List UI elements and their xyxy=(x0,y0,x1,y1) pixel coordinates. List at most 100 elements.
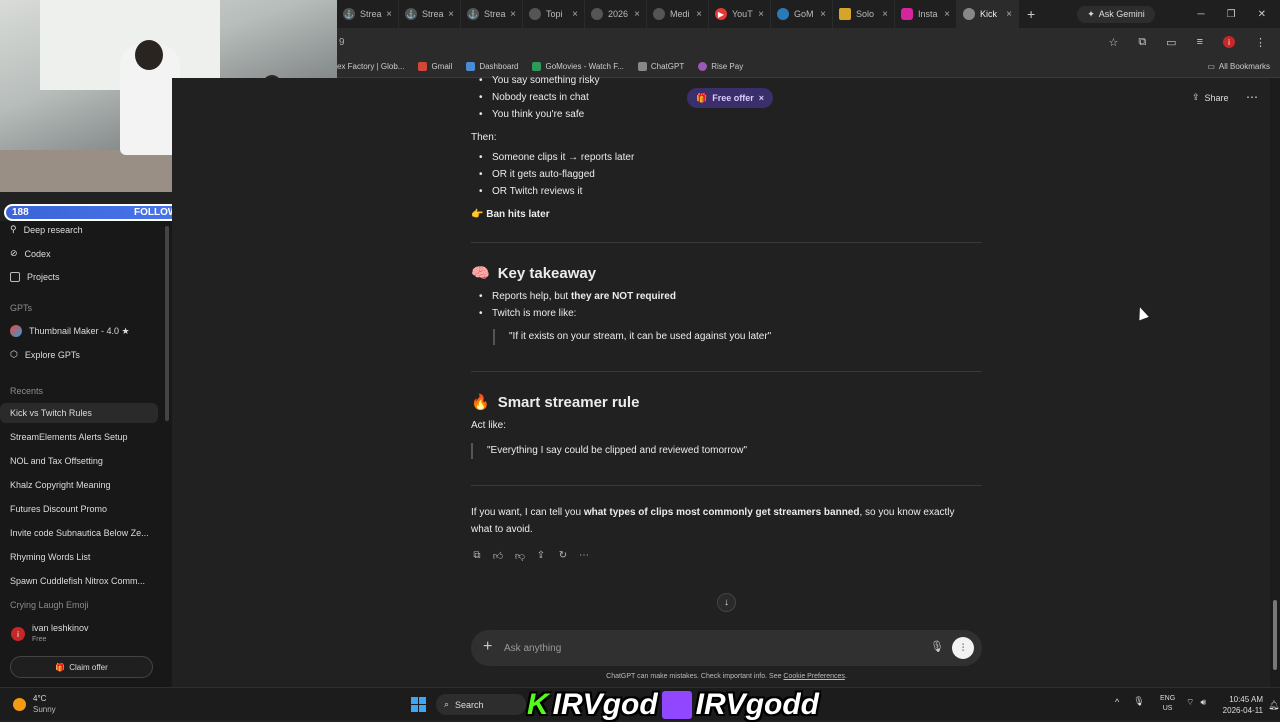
browser-tab[interactable]: ⚓ Strea × xyxy=(461,0,523,28)
browser-tab[interactable]: 2026 × xyxy=(585,0,647,28)
twitch-logo-icon xyxy=(661,690,692,719)
restore-icon[interactable]: ❐ xyxy=(1227,9,1236,20)
bookmark[interactable]: ChatGPT xyxy=(637,62,684,71)
thumbs-up-icon[interactable]: 👍︎ xyxy=(492,550,504,562)
instagram-icon xyxy=(901,8,913,20)
voice-mode-button[interactable]: ⫶ xyxy=(952,637,974,659)
sidebar-item-projects[interactable]: Projects xyxy=(10,272,60,282)
chat-scrollbar[interactable] xyxy=(1270,78,1280,687)
bookmark[interactable]: Dashboard xyxy=(466,62,518,71)
url-text[interactable]: 9 xyxy=(337,37,345,48)
sidebar-item-explore-gpts[interactable]: ⬡ Explore GPTs xyxy=(10,349,80,360)
sidebar-item-thumbnail-maker[interactable]: Thumbnail Maker - 4.0 ★ xyxy=(10,325,130,337)
recent-chat-item[interactable]: Crying Laugh Emoji xyxy=(0,595,158,615)
all-bookmarks[interactable]: ▭ All Bookmarks xyxy=(1207,62,1280,71)
browser-tab[interactable]: Medi × xyxy=(647,0,709,28)
recent-chat-item[interactable]: Kick vs Twitch Rules xyxy=(0,403,158,423)
bookmark[interactable]: Gmail xyxy=(418,62,452,71)
ask-gemini-button[interactable]: ✦ Ask Gemini xyxy=(1077,5,1155,23)
copy-icon[interactable]: ⧉ xyxy=(471,550,483,562)
browser-tab-bar: ⚓ Strea × ⚓ Strea × ⚓ Strea × Topi × 2026 × Medi… xyxy=(337,0,1280,28)
chatgpt-icon xyxy=(637,62,647,71)
chevron-up-icon[interactable]: ^ xyxy=(1115,697,1119,707)
windows-start-icon[interactable] xyxy=(411,697,426,712)
microphone-icon[interactable]: 🎙︎ xyxy=(1133,696,1144,707)
browser-tab[interactable]: GoM × xyxy=(771,0,833,28)
close-tab-icon[interactable]: × xyxy=(386,9,392,20)
minimize-icon[interactable]: ─ xyxy=(1198,9,1205,20)
browser-tab[interactable]: ▶ YouT × xyxy=(709,0,771,28)
taskbar-search[interactable]: ⌕ Search xyxy=(436,694,526,715)
recent-chat-item[interactable]: StreamElements Alerts Setup xyxy=(0,427,158,447)
recent-chat-item[interactable]: Rhyming Words List xyxy=(0,547,158,567)
share-button[interactable]: ⇪ Share xyxy=(1192,92,1229,103)
sidebar-item-codex[interactable]: ⊘ Codex xyxy=(10,248,51,259)
browser-tab[interactable]: Topi × xyxy=(523,0,585,28)
profile-avatar[interactable]: i xyxy=(1223,36,1235,48)
close-tab-icon[interactable]: × xyxy=(448,9,454,20)
browser-tab[interactable]: Solo × xyxy=(833,0,895,28)
close-icon[interactable]: × xyxy=(759,93,764,103)
recent-chat-item[interactable]: Khalz Copyright Meaning xyxy=(0,475,158,495)
wifi-icon[interactable]: ⌔ xyxy=(1186,697,1194,708)
cast-icon[interactable]: ▭ xyxy=(1166,36,1176,49)
recent-chat-item[interactable]: Invite code Subnautica Below Ze... xyxy=(0,523,158,543)
weather-temp[interactable]: 4°C xyxy=(33,694,46,703)
folder-icon: ▭ xyxy=(1207,62,1215,71)
regenerate-icon[interactable]: ↻ xyxy=(557,550,569,562)
free-offer-badge[interactable]: 🎁 Free offer × xyxy=(687,88,773,108)
menu-icon[interactable]: ⋮ xyxy=(1255,36,1266,49)
sun-icon[interactable] xyxy=(13,698,26,711)
list-item: OR Twitch reviews it xyxy=(479,186,582,197)
browser-tab[interactable]: Insta × xyxy=(895,0,957,28)
bookmark[interactable]: GoMovies - Watch F... xyxy=(532,62,624,71)
close-tab-icon[interactable]: × xyxy=(882,9,888,20)
share-icon[interactable]: ⇪ xyxy=(535,550,547,562)
anchor-icon: ⚓ xyxy=(405,8,417,20)
close-tab-icon[interactable]: × xyxy=(572,9,578,20)
sidebar-item-deep-research[interactable]: ⚲ Deep research xyxy=(10,224,83,235)
claim-offer-button[interactable]: 🎁 Claim offer xyxy=(10,656,153,678)
browser-tab[interactable]: ⚓ Strea × xyxy=(399,0,461,28)
clock[interactable]: 10:45 AM 2026-04-11 xyxy=(1205,694,1263,716)
close-tab-icon[interactable]: × xyxy=(758,9,764,20)
close-tab-icon[interactable]: × xyxy=(696,9,702,20)
bookmark[interactable]: ex Factory | Glob... xyxy=(337,62,404,71)
user-name[interactable]: ivan leshkinov xyxy=(32,623,89,633)
sidebar-scrollbar[interactable] xyxy=(165,226,169,421)
star-icon[interactable]: ☆ xyxy=(1108,36,1118,49)
close-tab-icon[interactable]: × xyxy=(510,9,516,20)
recent-chat-item[interactable]: Spawn Cuddlefish Nitrox Comm... xyxy=(0,571,158,591)
media-icon[interactable]: ≡ xyxy=(1197,36,1203,48)
list-item: Twitch is more like: xyxy=(479,308,577,319)
close-tab-icon[interactable]: × xyxy=(944,9,950,20)
weather-desc[interactable]: Sunny xyxy=(33,705,56,714)
thumbs-down-icon[interactable]: 👎︎ xyxy=(514,550,526,562)
user-avatar[interactable]: i xyxy=(11,627,25,641)
notification-icon[interactable]: 🔔︎ xyxy=(1268,700,1279,711)
codex-icon: ⊘ xyxy=(10,248,18,258)
close-tab-icon[interactable]: × xyxy=(634,9,640,20)
more-options-icon[interactable]: ⋯ xyxy=(1246,90,1258,104)
final-paragraph-line2: what to avoid. xyxy=(471,524,533,535)
close-tab-icon[interactable]: × xyxy=(1006,9,1012,20)
recent-chat-item[interactable]: NOL and Tax Offsetting xyxy=(0,451,158,471)
browser-tab-active[interactable]: Kick × xyxy=(957,0,1019,28)
bookmark[interactable]: Rise Pay xyxy=(698,62,743,71)
gpts-heading: GPTs xyxy=(10,303,33,313)
extensions-icon[interactable]: ⧉ xyxy=(1138,36,1146,49)
new-tab-icon[interactable]: + xyxy=(1027,6,1035,22)
microphone-icon[interactable]: 🎙︎ xyxy=(930,640,944,653)
browser-tab[interactable]: ⚓ Strea × xyxy=(337,0,399,28)
prompt-input[interactable] xyxy=(504,639,904,657)
close-tab-icon[interactable]: × xyxy=(820,9,826,20)
scroll-to-bottom-button[interactable]: ↓ xyxy=(717,593,736,612)
divider xyxy=(471,371,982,372)
cookie-preferences-link[interactable]: Cookie Preferences xyxy=(783,673,844,680)
more-icon[interactable]: ⋯ xyxy=(578,550,590,562)
plus-icon[interactable]: + xyxy=(483,638,492,656)
chat-scrollbar-thumb[interactable] xyxy=(1273,600,1277,670)
close-window-icon[interactable]: ✕ xyxy=(1258,9,1266,20)
recent-chat-item[interactable]: Futures Discount Promo xyxy=(0,499,158,519)
language-indicator[interactable]: ENG US xyxy=(1160,694,1175,714)
